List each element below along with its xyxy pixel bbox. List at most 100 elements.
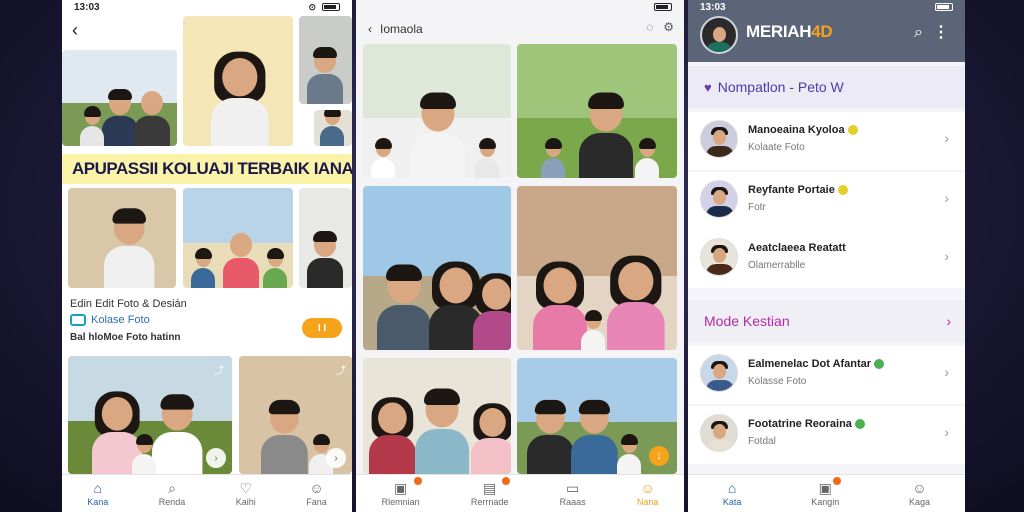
chevron-right-icon: › <box>946 313 951 329</box>
album-photo-3[interactable] <box>363 186 511 350</box>
contact-sub: Fotr <box>748 202 766 213</box>
app-brand: MERIAH4D <box>746 22 833 41</box>
contact-name: Aeatclaeea Reatatt <box>748 242 846 254</box>
user-icon: ☺ <box>912 479 927 496</box>
play-icon[interactable]: › <box>326 448 346 468</box>
battery-icon <box>935 3 953 11</box>
home-icon: ⌂ <box>727 479 737 496</box>
section-header-1[interactable]: ♥ Nompatlon - Peto W <box>688 66 965 108</box>
edit-section: Edin Edit Foto & Desián Kolase Foto Bal … <box>62 292 352 350</box>
nav-search[interactable]: ⌕ Renda <box>159 481 186 507</box>
share-icon[interactable]: ⤴ <box>336 362 346 377</box>
status-time: 13:03 <box>74 1 100 13</box>
status-bar: 13:03 ⊙ <box>62 0 352 14</box>
chevron-right-icon: › <box>944 248 949 264</box>
bottom-nav: ⌂ Kata ▣ Kangin ☺ Kaga <box>688 474 965 512</box>
photo-man-2[interactable] <box>314 110 352 146</box>
chevron-right-icon: › <box>944 364 949 380</box>
back-arrow-icon[interactable]: ‹ <box>368 22 372 36</box>
app-header: 13:03 MERIAH4D ⌕ ⋮ <box>688 0 965 62</box>
contact-sub: Kolasse Foto <box>748 376 807 387</box>
contact-sub: Fotdal <box>748 436 776 447</box>
edit-subline: Bal hloMoe Foto hatinn <box>70 332 181 343</box>
search-icon[interactable]: ⌕ <box>914 24 923 42</box>
collage-icon <box>70 314 86 326</box>
nav-profile[interactable]: ☺ Nana <box>637 481 659 507</box>
status-bar <box>356 0 684 14</box>
home-icon: ⌂ <box>93 479 102 496</box>
contacts-screen: 13:03 MERIAH4D ⌕ ⋮ ♥ Nompatlon - Peto W … <box>688 0 965 512</box>
nav-albums[interactable]: ▤ Rerrnade <box>471 476 511 507</box>
nav-gallery[interactable]: ▣ Rlemnian <box>382 476 422 507</box>
photo-woman-1[interactable] <box>183 16 293 146</box>
edit-title: Edin Edit Foto & Desián <box>70 298 187 310</box>
inbox-icon: ▭ <box>566 479 580 496</box>
battery-icon <box>654 3 672 11</box>
online-badge-icon <box>854 419 865 429</box>
list-item[interactable]: Footatrine Reoraina Fotdal › <box>688 406 965 464</box>
heart-icon: ♡ <box>239 479 253 496</box>
back-arrow-icon[interactable]: ‹ <box>72 20 78 41</box>
list-item[interactable]: Reyfante Portaie Fotr › <box>688 172 965 230</box>
start-button[interactable]: I I <box>302 318 342 338</box>
section-header-2[interactable]: Mode Kestian › <box>688 300 965 342</box>
album-icon: ▤ <box>483 479 497 496</box>
album-screen: ‹ Iomaola ◌ ⚙ ↓ ▣ Rlemnian ▤ Rerrnade ▭ … <box>356 0 684 512</box>
verified-badge-icon <box>837 185 848 195</box>
contact-name: Ealmenelac Dot Afantar <box>748 358 872 370</box>
photo-man-4[interactable] <box>299 188 352 288</box>
photo-family-3[interactable]: ⤴ › <box>68 356 232 474</box>
promo-banner[interactable]: APUPASSII KOLUAJI TERBAIK IANA <box>62 154 352 184</box>
settings-icon[interactable]: ⚙ <box>663 20 674 34</box>
nav-home[interactable]: ⌂ Kata <box>723 481 742 507</box>
list-item[interactable]: Aeatclaeea Reatatt Olamerrablle › <box>688 230 965 288</box>
photo-family-1[interactable] <box>62 50 177 146</box>
contact-sub: Kolaate Foto <box>748 142 805 153</box>
photo-man-3[interactable] <box>68 188 176 288</box>
album-photo-5[interactable] <box>363 358 511 474</box>
chat-icon[interactable]: ◌ <box>646 20 653 34</box>
share-icon[interactable]: ⤴ <box>214 362 224 377</box>
photo-family-2[interactable] <box>183 188 293 288</box>
album-photo-1[interactable] <box>363 44 511 178</box>
chevron-right-icon: › <box>944 190 949 206</box>
contact-sub: Olamerrablle <box>748 260 806 271</box>
photo-family-4[interactable]: ⤴ › <box>239 356 352 474</box>
user-icon: ☺ <box>640 479 655 496</box>
album-photo-6[interactable]: ↓ <box>517 358 677 474</box>
list-item[interactable]: Ealmenelac Dot Afantar Kolasse Foto › <box>688 346 965 404</box>
download-icon[interactable]: ↓ <box>649 446 669 466</box>
avatar <box>700 120 738 158</box>
contact-name: Manoeaina Kyoloa <box>748 124 845 136</box>
gallery-icon: ▣ <box>394 479 408 496</box>
nav-shared[interactable]: ▭ Raaas <box>560 481 586 507</box>
online-badge-icon <box>874 359 885 369</box>
section-title: Nompatlon - Peto W <box>717 79 844 95</box>
notification-badge <box>833 476 842 485</box>
heart-icon: ♥ <box>704 79 712 95</box>
bottom-nav: ⌂ Kana ⌕ Renda ♡ Kaihi ☺ Fana <box>62 474 352 512</box>
bottom-nav: ▣ Rlemnian ▤ Rerrnade ▭ Raaas ☺ Nana <box>356 474 684 512</box>
album-header: ‹ Iomaola <box>356 14 684 44</box>
nav-profile[interactable]: ☺ Kaga <box>909 481 930 507</box>
nav-album[interactable]: ▣ Kangin <box>811 476 842 507</box>
nav-home[interactable]: ⌂ Kana <box>87 481 108 507</box>
chevron-right-icon: › <box>944 424 949 440</box>
nav-favorites[interactable]: ♡ Kaihi <box>236 481 256 507</box>
avatar[interactable] <box>700 16 738 54</box>
photo-man-1[interactable] <box>299 16 352 104</box>
status-bar: 13:03 <box>688 0 965 14</box>
more-vert-icon[interactable]: ⋮ <box>933 22 949 42</box>
nav-profile[interactable]: ☺ Fana <box>306 481 327 507</box>
album-photo-4[interactable] <box>517 186 677 350</box>
avatar <box>700 180 738 218</box>
play-icon[interactable]: › <box>206 448 226 468</box>
user-icon: ☺ <box>309 479 324 496</box>
avatar <box>700 238 738 276</box>
gallery-screen: 13:03 ⊙ ‹ APUPASSII KOLUAJI TERBAIK IANA <box>62 0 352 512</box>
contact-name: Reyfante Portaie <box>748 184 835 196</box>
list-item[interactable]: Manoeaina Kyoloa Kolaate Foto › <box>688 112 965 170</box>
chevron-right-icon: › <box>944 130 949 146</box>
album-photo-2[interactable] <box>517 44 677 178</box>
collage-link[interactable]: Kolase Foto <box>70 314 150 326</box>
